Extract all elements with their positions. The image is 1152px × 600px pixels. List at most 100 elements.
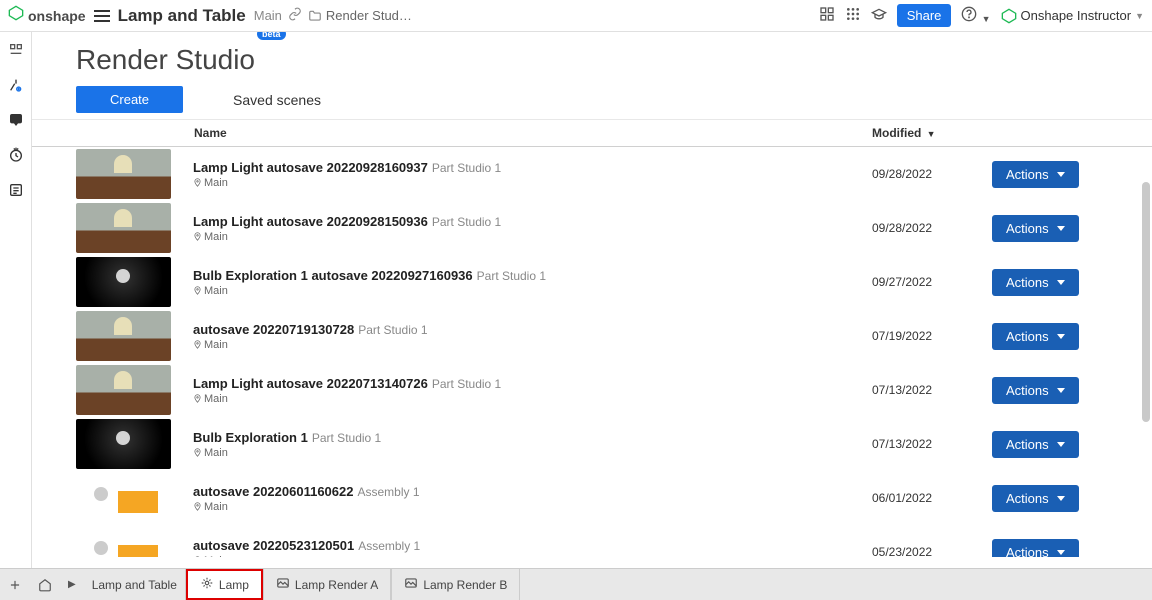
scene-thumbnail[interactable] — [76, 365, 171, 415]
scene-thumbnail[interactable] — [76, 473, 171, 523]
render-icon — [200, 576, 214, 593]
scene-subtitle: Assembly 1 — [357, 485, 419, 499]
actions-button[interactable]: Actions — [992, 215, 1079, 242]
chevron-down-icon — [1057, 550, 1065, 555]
saved-scenes-tab[interactable]: Saved scenes — [233, 92, 321, 108]
scene-name: Bulb Exploration 1 autosave 202209271609… — [193, 268, 473, 283]
scene-name: Lamp Light autosave 20220928160937 — [193, 160, 428, 175]
user-name: Onshape Instructor — [1021, 8, 1132, 23]
actions-button[interactable]: Actions — [992, 377, 1079, 404]
scene-thumbnail[interactable] — [76, 257, 171, 307]
image-icon — [276, 576, 290, 593]
home-tab-button[interactable] — [30, 569, 60, 600]
tab-lamp-render-b[interactable]: Lamp Render B — [391, 569, 520, 600]
grid-icon[interactable] — [845, 6, 861, 26]
scene-modified: 09/27/2022 — [872, 275, 992, 289]
rail-features-icon[interactable] — [8, 42, 24, 63]
menu-icon[interactable] — [94, 10, 110, 22]
chevron-down-icon — [1057, 334, 1065, 339]
scene-location: Main — [193, 285, 872, 297]
scene-name: autosave 20220601160622 — [193, 484, 353, 499]
breadcrumb[interactable]: Render Stud… — [308, 8, 412, 23]
scene-row[interactable]: Lamp Light autosave 20220713140726 Part S… — [32, 363, 1152, 417]
breadcrumb-text: Render Stud… — [326, 8, 412, 23]
scene-subtitle: Part Studio 1 — [477, 269, 546, 283]
scene-row[interactable]: autosave 20220601160622 Assembly 1 Main06/… — [32, 471, 1152, 525]
scene-modified: 09/28/2022 — [872, 167, 992, 181]
scene-modified: 07/19/2022 — [872, 329, 992, 343]
link-icon[interactable] — [288, 7, 302, 24]
chevron-down-icon — [1057, 496, 1065, 501]
chevron-down-icon — [1057, 442, 1065, 447]
create-button[interactable]: Create — [76, 86, 183, 113]
page-title: Render Studio — [76, 44, 255, 76]
rail-comment-icon[interactable] — [8, 112, 24, 133]
app-switcher-icon[interactable] — [819, 6, 835, 26]
onshape-icon — [8, 5, 24, 26]
tab-nav-right-icon[interactable]: ▶ — [60, 569, 84, 600]
scene-modified: 07/13/2022 — [872, 383, 992, 397]
help-icon[interactable]: ▼ — [961, 6, 990, 26]
share-button[interactable]: Share — [897, 4, 952, 27]
breadcrumb-tab[interactable]: Lamp and Table — [84, 569, 186, 600]
scene-row[interactable]: Bulb Exploration 1 autosave 202209271609… — [32, 255, 1152, 309]
chevron-down-icon — [1057, 388, 1065, 393]
scene-subtitle: Part Studio 1 — [432, 215, 501, 229]
actions-button[interactable]: Actions — [992, 485, 1079, 512]
tab-lamp-render-a[interactable]: Lamp Render A — [263, 569, 391, 600]
rail-list-icon[interactable] — [8, 182, 24, 203]
scene-row[interactable]: autosave 20220523120501Assembly 1Main05/… — [32, 525, 1152, 557]
scene-thumbnail[interactable] — [76, 419, 171, 469]
scene-row[interactable]: Lamp Light autosave 20220928150936 Part S… — [32, 201, 1152, 255]
scene-name: autosave 20220719130728 — [193, 322, 354, 337]
scene-name: autosave 20220523120501 — [193, 538, 354, 553]
scene-location: Main — [193, 555, 872, 558]
scene-modified: 06/01/2022 — [872, 491, 992, 505]
scene-name: Lamp Light autosave 20220713140726 — [193, 376, 428, 391]
scene-location: Main — [193, 393, 872, 405]
tab-label: Lamp — [219, 578, 249, 592]
scene-thumbnail[interactable] — [76, 311, 171, 361]
tab-lamp[interactable]: Lamp — [186, 569, 263, 600]
scene-location: Main — [193, 501, 872, 513]
scene-location: Main — [193, 177, 872, 189]
chevron-down-icon — [1057, 280, 1065, 285]
scene-subtitle: Part Studio 1 — [432, 377, 501, 391]
scene-thumbnail[interactable] — [76, 203, 171, 253]
tab-label: Lamp Render B — [423, 578, 507, 592]
scene-row[interactable]: autosave 20220719130728 Part Studio 1 Main… — [32, 309, 1152, 363]
learn-icon[interactable] — [871, 6, 887, 26]
actions-button[interactable]: Actions — [992, 269, 1079, 296]
scene-subtitle: Part Studio 1 — [358, 323, 427, 337]
actions-button[interactable]: Actions — [992, 323, 1079, 350]
scene-thumbnail[interactable] — [76, 527, 171, 557]
scene-subtitle: Assembly 1 — [358, 539, 420, 553]
column-name-header[interactable]: Name — [194, 126, 872, 140]
branch-label[interactable]: Main — [254, 8, 282, 23]
beta-badge: beta — [257, 32, 286, 40]
brand-logo[interactable]: onshape — [8, 5, 86, 26]
actions-button[interactable]: Actions — [992, 431, 1079, 458]
sort-desc-icon: ▼ — [927, 129, 936, 139]
column-modified-header[interactable]: Modified ▼ — [872, 126, 992, 140]
scene-row[interactable]: Lamp Light autosave 20220928160937Part S… — [32, 147, 1152, 201]
scene-name: Lamp Light autosave 20220928150936 — [193, 214, 428, 229]
document-title[interactable]: Lamp and Table — [118, 6, 246, 26]
chevron-down-icon — [1057, 226, 1065, 231]
rail-history-icon[interactable] — [8, 147, 24, 168]
scene-location: Main — [193, 231, 872, 243]
add-tab-button[interactable] — [0, 569, 30, 600]
scene-location: Main — [193, 339, 872, 351]
chevron-down-icon — [1057, 172, 1065, 177]
user-menu[interactable]: Onshape Instructor ▼ — [1001, 8, 1144, 24]
scene-name: Bulb Exploration 1 — [193, 430, 308, 445]
rail-add-icon[interactable] — [8, 77, 24, 98]
onshape-icon — [1001, 8, 1017, 24]
actions-button[interactable]: Actions — [992, 161, 1079, 188]
scrollbar[interactable] — [1142, 182, 1150, 422]
scene-thumbnail[interactable] — [76, 149, 171, 199]
tab-label: Lamp Render A — [295, 578, 378, 592]
actions-button[interactable]: Actions — [992, 539, 1079, 558]
scene-modified: 09/28/2022 — [872, 221, 992, 235]
scene-row[interactable]: Bulb Exploration 1Part Studio 1Main07/13… — [32, 417, 1152, 471]
